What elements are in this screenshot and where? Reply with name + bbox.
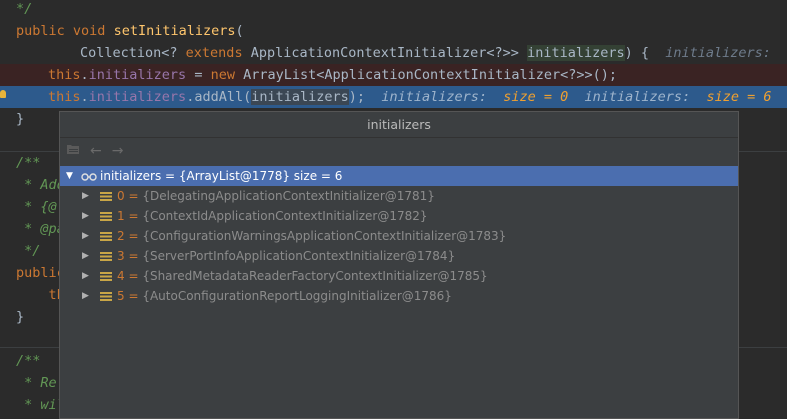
dot: . — [80, 89, 89, 105]
closing-brace: } — [16, 111, 25, 127]
item-index: 4 = — [117, 269, 143, 283]
doc-comment: * Add — [16, 177, 65, 193]
keyword-this: this — [48, 89, 81, 105]
item-value: {DelegatingApplicationContextInitializer… — [142, 189, 435, 203]
field-icon — [100, 192, 112, 201]
assign: = — [186, 67, 211, 83]
keyword-public: public — [16, 265, 65, 281]
item-value: {ServerPortInfoApplicationContextInitial… — [142, 249, 456, 263]
inline-debug-hint: initializers: s — [665, 45, 787, 61]
code-line-2: public void setInitializers( — [0, 20, 787, 42]
field-icon — [100, 232, 112, 241]
paren: ( — [235, 23, 244, 39]
keyword-new: new — [210, 67, 235, 83]
item-value: {SharedMetadataReaderFactoryContextIniti… — [142, 269, 488, 283]
forward-arrow-icon[interactable]: → — [112, 143, 124, 159]
addall-call: .addAll( — [186, 89, 252, 105]
param-initializers[interactable]: initializers — [527, 45, 625, 61]
doc-comment: */ — [16, 243, 41, 259]
doc-comment: * {@ — [16, 199, 57, 215]
tree-item-row[interactable]: ▶ 3 = {ServerPortInfoApplicationContextIn… — [60, 246, 738, 266]
item-index: 5 = — [117, 289, 143, 303]
tree-item-row[interactable]: ▶ 0 = {DelegatingApplicationContextInitia… — [60, 186, 738, 206]
root-label: initializers = {ArrayList@1778} size = 6 — [100, 169, 343, 183]
field-initializers[interactable]: initializers — [89, 89, 187, 105]
popup-title[interactable]: initializers — [60, 112, 738, 138]
inline-debug-hint: initializers: — [381, 89, 504, 105]
glasses-icon — [81, 166, 97, 186]
intention-bulb-icon[interactable] — [0, 90, 6, 98]
tree-root-row[interactable]: ▼ initializers = {ArrayList@1778} size =… — [60, 166, 738, 186]
keyword-public: public — [16, 23, 65, 39]
item-index: 3 = — [117, 249, 143, 263]
tree-item-row[interactable]: ▶ 1 = {ContextIdApplicationContextInitial… — [60, 206, 738, 226]
closing-brace: } — [16, 309, 25, 325]
dot: . — [80, 67, 89, 83]
keyword-void: void — [72, 23, 106, 39]
field-icon — [100, 272, 112, 281]
hint-value: size = 0 — [503, 89, 569, 105]
item-value: {ContextIdApplicationContextInitializer@… — [142, 209, 428, 223]
expand-right-icon[interactable]: ▶ — [82, 266, 89, 286]
tree-item-row[interactable]: ▶ 5 = {AutoConfigurationReportLoggingInit… — [60, 286, 738, 306]
keyword-this: th — [16, 287, 65, 303]
item-value: {ConfigurationWarningsApplicationContext… — [142, 229, 507, 243]
expand-right-icon[interactable]: ▶ — [82, 246, 89, 266]
back-arrow-icon[interactable]: ← — [90, 143, 102, 159]
expand-right-icon[interactable]: ▶ — [82, 186, 89, 206]
hint-value: size = 6 — [706, 89, 772, 105]
folder-icon[interactable] — [66, 143, 80, 159]
doc-comment: * wil — [16, 397, 65, 413]
type-initializer: ApplicationContextInitializer<?>> — [242, 45, 528, 61]
popup-toolbar: ← → — [60, 138, 738, 164]
item-index: 1 = — [117, 209, 143, 223]
arg-initializers[interactable]: initializers — [251, 89, 349, 105]
code-line-5-current: this.initializers.addAll(initializers); … — [0, 86, 787, 108]
variables-tree: ▼ initializers = {ArrayList@1778} size =… — [60, 166, 738, 306]
brace: ) { — [624, 45, 666, 61]
method-name: setInitializers — [113, 23, 236, 39]
doc-comment: /** — [16, 353, 41, 369]
field-icon — [100, 252, 112, 261]
keyword-extends: extends — [185, 45, 243, 61]
doc-comment: /** — [16, 155, 41, 171]
variable-inspector-popup[interactable]: initializers ← → ▼ initializers = {Array… — [59, 111, 739, 419]
expand-right-icon[interactable]: ▶ — [82, 286, 89, 306]
code-line-3: Collection<? extends ApplicationContextI… — [0, 42, 787, 64]
tree-item-row[interactable]: ▶ 4 = {SharedMetadataReaderFactoryContext… — [60, 266, 738, 286]
new-arraylist: ArrayList<ApplicationContextInitializer<… — [234, 67, 617, 83]
item-value: {AutoConfigurationReportLoggingInitializ… — [142, 289, 452, 303]
expand-down-icon[interactable]: ▼ — [66, 166, 73, 186]
code-line-4: this.initializers = new ArrayList<Applic… — [0, 64, 787, 86]
statement-end: ); — [348, 89, 366, 105]
doc-comment: * Re — [16, 375, 57, 391]
inline-debug-hint: initializers: — [584, 89, 707, 105]
doc-comment: * @pa — [16, 221, 65, 237]
expand-right-icon[interactable]: ▶ — [82, 226, 89, 246]
tree-item-row[interactable]: ▶ 2 = {ConfigurationWarningsApplicationCo… — [60, 226, 738, 246]
code-line-1: */ — [0, 0, 787, 20]
comment-end: */ — [16, 1, 33, 17]
keyword-this: this — [48, 67, 81, 83]
item-index: 0 = — [117, 189, 143, 203]
type-collection: Collection<? — [80, 45, 186, 61]
item-index: 2 = — [117, 229, 143, 243]
field-initializers[interactable]: initializers — [89, 67, 187, 83]
field-icon — [100, 212, 112, 221]
expand-right-icon[interactable]: ▶ — [82, 206, 89, 226]
field-icon — [100, 292, 112, 301]
